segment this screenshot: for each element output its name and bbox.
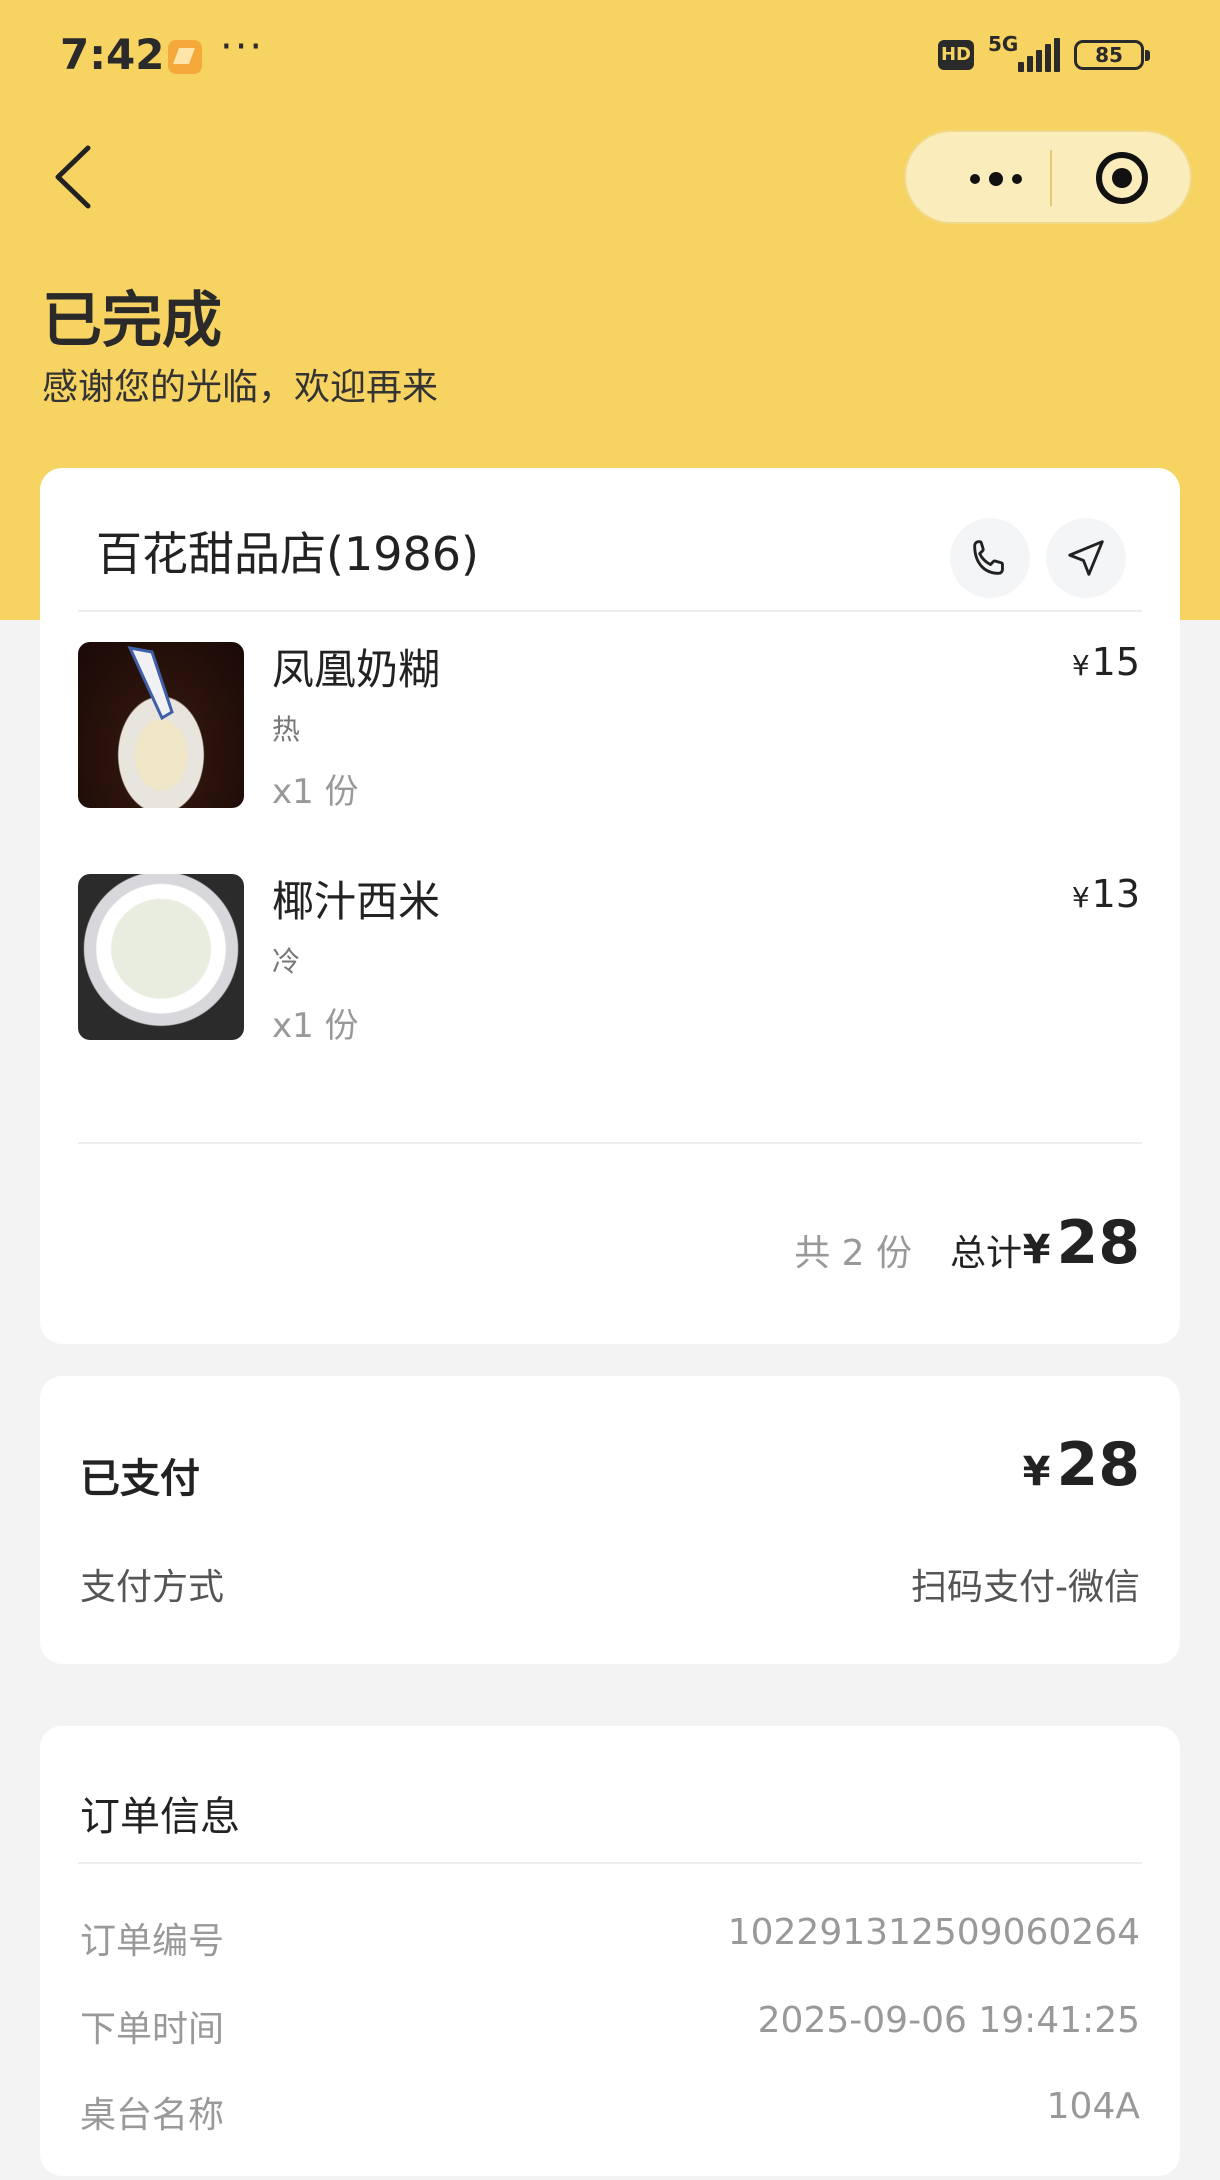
item-quantity: x1 份 bbox=[272, 1006, 359, 1046]
order-number-value: 102291312509060264 bbox=[727, 1912, 1140, 1953]
table-name-value: 104A bbox=[1046, 2086, 1140, 2127]
item-quantity: x1 份 bbox=[272, 772, 359, 812]
signal-icon bbox=[1018, 36, 1060, 72]
network-type: 5G bbox=[988, 32, 1019, 56]
more-dots-icon[interactable] bbox=[946, 154, 1046, 204]
total-amount: ¥28 bbox=[1022, 1208, 1140, 1278]
item-spec: 热 bbox=[272, 713, 301, 746]
order-time-label: 下单时间 bbox=[80, 2009, 225, 2050]
mini-program-capsule bbox=[904, 130, 1192, 224]
payment-method-value: 扫码支付-微信 bbox=[911, 1567, 1140, 1608]
battery-icon: 85 bbox=[1074, 40, 1150, 70]
item-spec: 冷 bbox=[272, 945, 301, 978]
page-title: 已完成 bbox=[42, 286, 222, 356]
app-notification-icon bbox=[168, 40, 202, 74]
divider bbox=[78, 1142, 1142, 1144]
order-info-title: 订单信息 bbox=[80, 1794, 240, 1840]
navigate-button[interactable] bbox=[1046, 518, 1126, 598]
total-label: 总计 bbox=[949, 1233, 1022, 1274]
status-more-dots: ··· bbox=[220, 24, 265, 70]
divider bbox=[78, 610, 1142, 612]
divider bbox=[78, 1862, 1142, 1864]
table-name-label: 桌台名称 bbox=[80, 2095, 225, 2136]
back-button[interactable] bbox=[44, 142, 104, 212]
payment-method-label: 支付方式 bbox=[80, 1567, 225, 1608]
item-price: ¥15 bbox=[1071, 640, 1140, 684]
status-time: 7:42 bbox=[60, 30, 165, 79]
item-count: 共 2 份 bbox=[794, 1233, 912, 1274]
order-info-card: 订单信息 订单编号 102291312509060264 下单时间 2025-0… bbox=[40, 1726, 1180, 2176]
page-subtitle: 感谢您的光临，欢迎再来 bbox=[42, 367, 439, 408]
target-icon[interactable] bbox=[1096, 152, 1148, 204]
item-name: 凤凰奶糊 bbox=[272, 645, 441, 694]
item-image bbox=[78, 642, 244, 808]
order-time-value: 2025-09-06 19:41:25 bbox=[757, 2000, 1140, 2041]
phone-icon bbox=[973, 540, 1004, 575]
order-number-label: 订单编号 bbox=[80, 1921, 225, 1962]
chevron-left-icon bbox=[55, 145, 91, 209]
item-name: 椰汁西米 bbox=[272, 877, 441, 926]
call-button[interactable] bbox=[950, 518, 1030, 598]
item-price: ¥13 bbox=[1071, 872, 1140, 916]
shop-name[interactable]: 百花甜品店(1986) bbox=[96, 518, 479, 584]
paid-amount: ¥28 bbox=[1022, 1430, 1140, 1500]
payment-status: 已支付 bbox=[80, 1456, 200, 1502]
navigation-arrow-icon bbox=[1068, 540, 1104, 576]
capsule-divider bbox=[1050, 150, 1052, 206]
order-card: 百花甜品店(1986) 凤凰奶糊 热 x1 份 ¥15 椰汁西米 冷 x1 份 … bbox=[40, 468, 1180, 1344]
payment-card: 已支付 ¥28 支付方式 扫码支付-微信 bbox=[40, 1376, 1180, 1664]
hd-icon: HD bbox=[938, 40, 974, 70]
item-image bbox=[78, 874, 244, 1040]
